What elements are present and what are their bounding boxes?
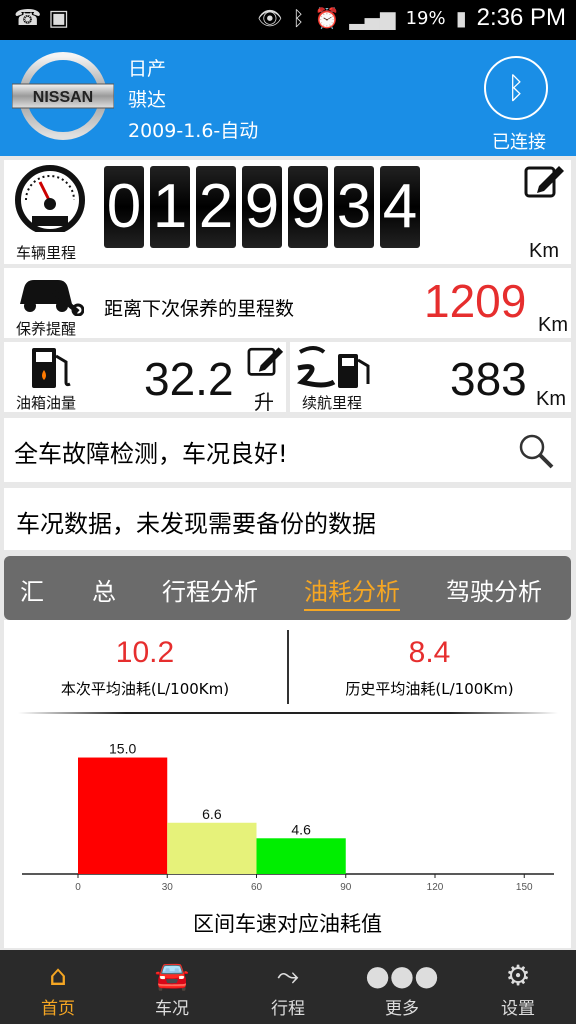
tab-summary[interactable]: 汇 总: [20, 572, 116, 607]
x-tick-label: 150: [516, 882, 533, 893]
status-bar: ☎ ▣ 👁 ᛒ ⏰ ▂▄▆ 19% ▮ 2:36 PM: [0, 0, 576, 40]
fuel-card: 油箱油量 32.2 升: [4, 342, 286, 414]
nav-trip[interactable]: ⤳ 行程: [248, 958, 328, 1019]
fuel-pump-icon: [32, 348, 71, 388]
x-tick-label: 120: [427, 882, 444, 893]
nav-car-status[interactable]: 🚘 车况: [132, 958, 212, 1019]
vehicle-header: NISSAN 日产 骐达 2009-1.6-自动 ᛒ 已连接: [0, 40, 576, 156]
maintenance-car-icon: [20, 280, 84, 316]
maintenance-card[interactable]: 保养提醒 距离下次保养的里程数 1209 Km: [4, 268, 571, 338]
battery-icon: ▮: [455, 6, 467, 30]
eye-icon: 👁: [257, 6, 283, 30]
logo-text: NISSAN: [33, 89, 93, 106]
bluetooth-status-icon: ᛒ: [292, 6, 305, 30]
gear-icon: ⚙: [505, 959, 531, 992]
edit-odometer-button[interactable]: [523, 160, 567, 200]
bottom-nav: ⌂ 首页 🚘 车况 ⤳ 行程 ●●● 更多 ⚙ 设置: [0, 950, 576, 1024]
chart-title: 区间车速对应油耗值: [193, 912, 382, 936]
odometer-digit: 3: [334, 166, 374, 248]
battery-percent: 19%: [405, 7, 446, 29]
nav-settings[interactable]: ⚙ 设置: [478, 958, 558, 1019]
odometer-digit: 0: [104, 166, 144, 248]
odometer-digit: 4: [380, 166, 420, 248]
odometer-digit: 9: [288, 166, 328, 248]
nav-home-label: 首页: [41, 999, 75, 1019]
route-icon: ⤳: [276, 959, 300, 992]
tab-trip-analysis[interactable]: 行程分析: [162, 572, 258, 607]
current-avg-value: 10.2: [115, 636, 175, 669]
bar-value-label: 15.0: [109, 741, 136, 757]
stats-underline: [18, 712, 558, 714]
nav-car-label: 车况: [155, 999, 189, 1019]
speedometer-icon: [15, 165, 85, 232]
bar-value-label: 4.6: [291, 821, 311, 837]
edit-icon: [247, 347, 284, 376]
nav-more-label: 更多: [385, 999, 419, 1019]
odometer-digit: 2: [196, 166, 236, 248]
maintenance-value: 1209: [424, 275, 527, 327]
bluetooth-icon: ᛒ: [507, 70, 525, 106]
odometer-digit: 1: [150, 166, 190, 248]
nav-trip-label: 行程: [271, 999, 305, 1019]
car-model: 骐达: [128, 89, 167, 111]
x-tick-label: 90: [340, 882, 352, 893]
odometer-label: 车辆里程: [16, 244, 77, 262]
range-unit: Km: [536, 388, 566, 410]
backup-row[interactable]: 车况数据，未发现需要备份的数据: [4, 488, 571, 550]
tab-driving-analysis[interactable]: 驾驶分析: [446, 572, 542, 607]
missed-call-icon: ☎: [14, 6, 42, 31]
maintenance-label: 保养提醒: [16, 320, 77, 338]
history-avg-label: 历史平均油耗(L/100Km): [345, 680, 514, 698]
tab-fuel-analysis[interactable]: 油耗分析: [304, 572, 400, 611]
range-card: 续航里程 383 Km: [290, 342, 571, 412]
nissan-logo: NISSAN: [12, 52, 114, 140]
car-spec: 2009-1.6-自动: [128, 120, 259, 142]
maintenance-unit: Km: [538, 314, 568, 336]
nav-home[interactable]: ⌂ 首页: [18, 958, 98, 1019]
bluetooth-status-label: 已连接: [492, 132, 546, 153]
nav-more[interactable]: ●●● 更多: [362, 958, 442, 1019]
range-value: 383: [450, 353, 527, 405]
car-brand: 日产: [128, 58, 167, 80]
alarm-icon: ⏰: [314, 6, 340, 30]
odometer-unit: Km: [529, 240, 559, 262]
range-label: 续航里程: [302, 394, 363, 412]
x-tick-label: 60: [251, 882, 263, 893]
edit-fuel-button[interactable]: [246, 342, 286, 378]
chart-bar: [256, 838, 346, 874]
chart-bar: [78, 757, 168, 874]
clock: 2:36 PM: [476, 4, 566, 31]
fuel-unit: 升: [254, 392, 274, 414]
bluetooth-button[interactable]: ᛒ: [484, 56, 548, 120]
fuel-label: 油箱油量: [16, 394, 77, 412]
edit-icon: [524, 166, 564, 198]
fuel-value: 32.2: [144, 353, 234, 405]
diagnosis-text: 全车故障检测，车况良好!: [14, 440, 288, 468]
signal-icon: ▂▄▆: [349, 6, 396, 30]
car-icon: 🚘: [154, 959, 190, 992]
status-left-icons: ☎ ▣: [14, 6, 69, 31]
analysis-tabs: 汇 总 行程分析 油耗分析 驾驶分析: [4, 556, 571, 620]
fuel-analysis-panel: 10.2 本次平均油耗(L/100Km) 8.4 历史平均油耗(L/100Km)…: [4, 620, 571, 948]
chart-bar: [167, 822, 257, 874]
nav-settings-label: 设置: [501, 999, 535, 1019]
x-tick-label: 30: [162, 882, 174, 893]
backup-text: 车况数据，未发现需要备份的数据: [16, 510, 376, 538]
search-icon[interactable]: [517, 432, 555, 470]
range-road-icon: [296, 346, 370, 388]
history-avg-value: 8.4: [408, 636, 451, 669]
current-avg-label: 本次平均油耗(L/100Km): [60, 680, 230, 698]
bar-value-label: 6.6: [202, 806, 222, 822]
odometer-digit: 9: [242, 166, 282, 248]
maintenance-text: 距离下次保养的里程数: [104, 298, 295, 320]
home-icon: ⌂: [49, 959, 67, 992]
speed-fuel-chart: 15.0 6.6 4.6 0 30 60 90 120 150: [22, 741, 554, 893]
gallery-icon: ▣: [48, 6, 70, 31]
odometer-card: 车辆里程 Km 0129934: [4, 160, 571, 264]
diagnosis-row[interactable]: 全车故障检测，车况良好!: [4, 418, 571, 482]
more-icon: ●●●: [365, 959, 439, 992]
x-tick-label: 0: [75, 882, 81, 893]
